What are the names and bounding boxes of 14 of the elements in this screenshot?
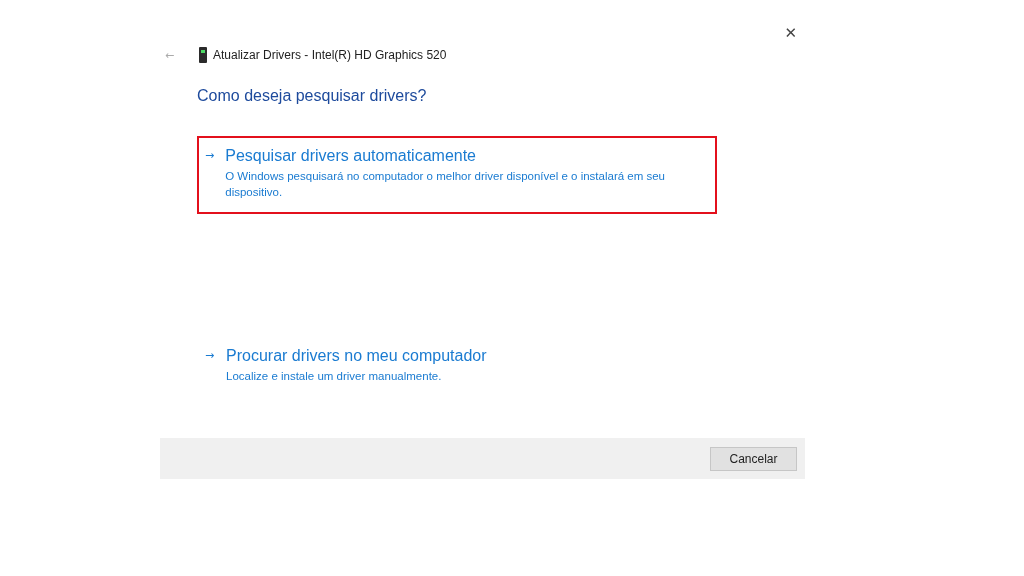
option-description: O Windows pesquisará no computador o melhor driver disponível e o instalará em seu dispositivo. (225, 169, 666, 200)
arrow-icon: → (205, 146, 226, 200)
cancel-button[interactable]: Cancelar (710, 446, 797, 471)
option-title: Pesquisar drivers automaticamente (225, 146, 477, 166)
back-button[interactable]: ← (165, 48, 199, 62)
arrow-icon: → (205, 346, 226, 384)
search-option[interactable]: → Procurar drivers no meu computador Localize e instale um driver manualmente. (197, 336, 717, 398)
graphics-card-icon (199, 47, 207, 63)
close-button[interactable]: ✕ (782, 22, 799, 44)
dialog-heading: Como deseja pesquisar drivers? (197, 87, 428, 106)
window-title: Atualizar Drivers - Intel(R) HD Graphics 520 (213, 48, 447, 62)
option-description: Localize e instale um driver manualmente. (226, 369, 443, 384)
option-title: Procurar drivers no meu computador (226, 346, 487, 366)
search-option[interactable]: → Pesquisar drivers automaticamente O Windows pesquisará no computador o melhor driver disponível e o instalará em seu dispositivo. (197, 136, 717, 214)
